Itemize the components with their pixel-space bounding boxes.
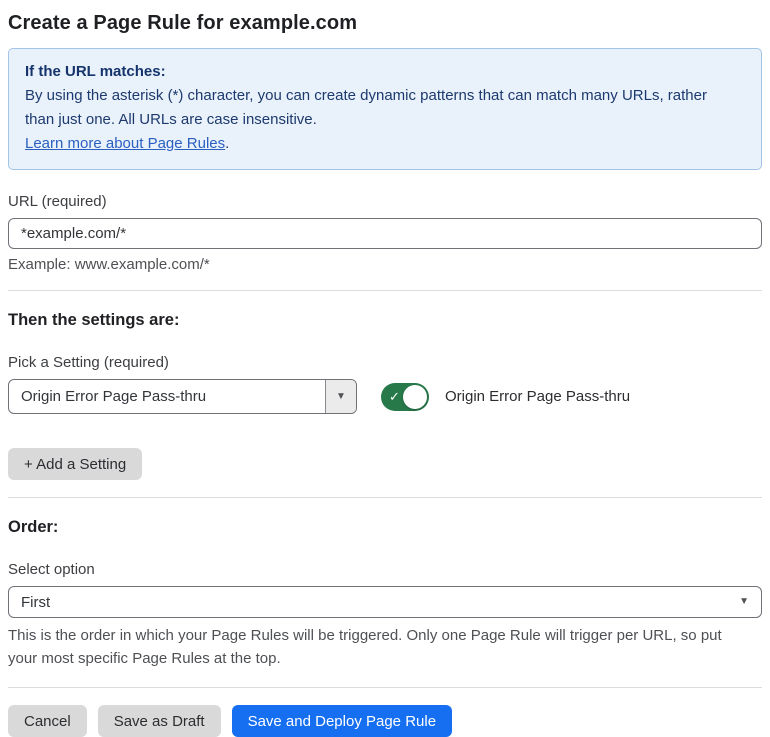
pick-setting-label: Pick a Setting (required) — [8, 354, 169, 371]
url-input[interactable] — [8, 218, 762, 249]
info-box-heading: If the URL matches: — [25, 63, 166, 80]
info-box-body: By using the asterisk (*) character, you… — [25, 87, 707, 128]
learn-more-link[interactable]: Learn more about Page Rules — [25, 135, 225, 152]
order-select-value: First — [21, 593, 51, 611]
order-select-label: Select option — [8, 561, 95, 578]
divider — [8, 290, 762, 291]
order-select[interactable]: First ▼ — [8, 586, 762, 618]
toggle-label: Origin Error Page Pass-thru — [445, 388, 631, 405]
setting-select-value: Origin Error Page Pass-thru — [21, 388, 207, 405]
url-helper: Example: www.example.com/* — [8, 256, 210, 273]
order-section-heading: Order: — [8, 518, 59, 536]
info-box: If the URL matches: By using the asteris… — [8, 48, 762, 170]
setting-row: Origin Error Page Pass-thru ▼ ✓ Origin E… — [8, 379, 762, 414]
check-icon: ✓ — [389, 388, 400, 404]
order-helper-text: This is the order in which your Page Rul… — [8, 627, 722, 667]
link-suffix: . — [225, 135, 230, 152]
chevron-down-icon: ▼ — [336, 390, 346, 402]
info-box-link-row: Learn more about Page Rules. — [25, 132, 745, 156]
setting-select[interactable]: Origin Error Page Pass-thru ▼ — [8, 379, 357, 414]
toggle-knob — [403, 384, 427, 409]
setting-select-arrow-button[interactable]: ▼ — [325, 380, 356, 413]
add-setting-button[interactable]: + Add a Setting — [8, 448, 143, 480]
page-title: Create a Page Rule for example.com — [8, 12, 358, 34]
url-label: URL (required) — [8, 193, 107, 210]
divider — [8, 687, 762, 688]
divider — [8, 497, 762, 498]
setting-toggle[interactable]: ✓ — [381, 382, 429, 411]
chevron-down-icon: ▼ — [739, 596, 749, 607]
settings-section-heading: Then the settings are: — [8, 311, 180, 329]
